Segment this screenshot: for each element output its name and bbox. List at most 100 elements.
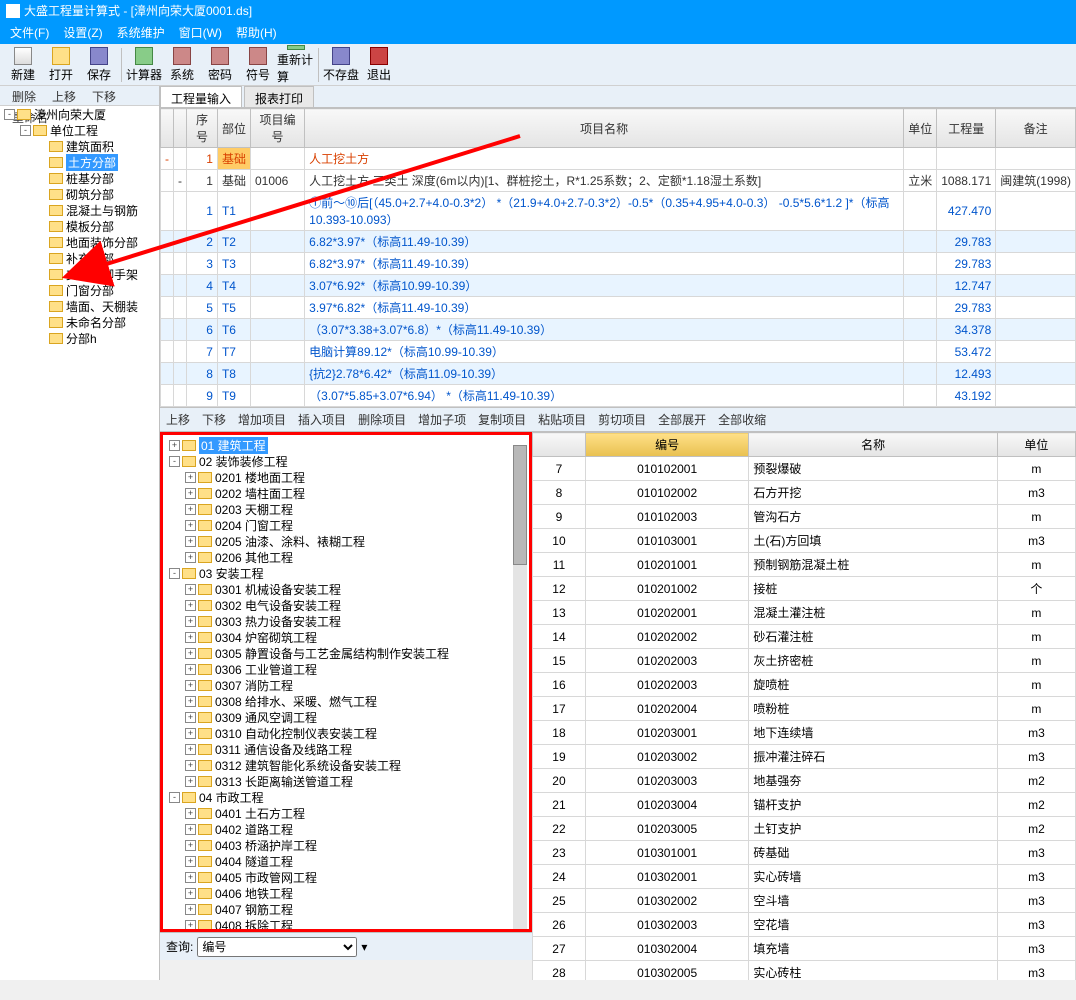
grid2-cell[interactable]: 填充墙 bbox=[749, 937, 998, 961]
grid2-cell[interactable]: m bbox=[997, 553, 1075, 577]
grid-cell[interactable]: 01006 bbox=[250, 170, 304, 192]
grid-cell[interactable] bbox=[250, 363, 304, 385]
grid-cell[interactable] bbox=[250, 275, 304, 297]
grid-cell[interactable] bbox=[904, 231, 937, 253]
grid2-cell[interactable]: 19 bbox=[533, 745, 586, 769]
grid2-cell[interactable]: 26 bbox=[533, 913, 586, 937]
grid2-cell[interactable]: 010203003 bbox=[585, 769, 748, 793]
grid2-cell[interactable]: 振冲灌注碎石 bbox=[749, 745, 998, 769]
tree-action[interactable]: 删除 bbox=[4, 86, 44, 107]
grid-cell[interactable] bbox=[904, 253, 937, 275]
grid-cell[interactable] bbox=[996, 231, 1076, 253]
item-toolbar-btn[interactable]: 全部展开 bbox=[658, 411, 706, 428]
grid2-cell[interactable]: 010302002 bbox=[585, 889, 748, 913]
tree-node-label[interactable]: 0310 自动化控制仪表安装工程 bbox=[215, 725, 377, 742]
grid-cell[interactable]: （3.07*5.85+3.07*6.94） *（标高11.49-10.39） bbox=[305, 385, 904, 407]
tree-node-label[interactable]: 0308 给排水、采暖、燃气工程 bbox=[215, 693, 377, 710]
grid2-cell[interactable]: 石方开挖 bbox=[749, 481, 998, 505]
chevron-down-icon[interactable]: ▾ bbox=[361, 940, 367, 954]
grid2-cell[interactable]: m3 bbox=[997, 889, 1075, 913]
grid2-cell[interactable]: 预制钢筋混凝土桩 bbox=[749, 553, 998, 577]
grid2-cell[interactable]: 010203002 bbox=[585, 745, 748, 769]
tree-node-label[interactable]: 0401 土石方工程 bbox=[215, 805, 305, 822]
tree-expander[interactable]: + bbox=[185, 744, 196, 755]
tree-expander[interactable]: + bbox=[185, 552, 196, 563]
grid-cell[interactable] bbox=[904, 148, 937, 170]
toolbar-button[interactable]: 密码 bbox=[201, 45, 239, 85]
grid2-cell[interactable]: 管沟石方 bbox=[749, 505, 998, 529]
tree-node-label[interactable]: 0206 其他工程 bbox=[215, 549, 293, 566]
tree-expander[interactable]: - bbox=[169, 568, 180, 579]
grid2-cell[interactable]: m3 bbox=[997, 841, 1075, 865]
tree-node-label[interactable]: 0301 机械设备安装工程 bbox=[215, 581, 341, 598]
tree-node-label[interactable]: 土方分部 bbox=[66, 154, 118, 171]
grid-cell[interactable]: 1 bbox=[187, 192, 218, 231]
grid-cell[interactable]: 3.07*6.92*（标高10.99-10.39） bbox=[305, 275, 904, 297]
item-toolbar-btn[interactable]: 上移 bbox=[166, 411, 190, 428]
grid2-cell[interactable]: 21 bbox=[533, 793, 586, 817]
grid2-cell[interactable]: 实心砖柱 bbox=[749, 961, 998, 981]
tree-node-label[interactable]: 0404 隧道工程 bbox=[215, 853, 293, 870]
tree-node-label[interactable]: 0205 油漆、涂料、裱糊工程 bbox=[215, 533, 365, 550]
grid2-cell[interactable]: 14 bbox=[533, 625, 586, 649]
grid-cell[interactable] bbox=[996, 385, 1076, 407]
tree-node-label[interactable]: 0304 炉窑砌筑工程 bbox=[215, 629, 317, 646]
tree-node-label[interactable]: 01 建筑工程 bbox=[199, 437, 268, 454]
tree-node-label[interactable]: 0402 道路工程 bbox=[215, 821, 293, 838]
grid2-cell[interactable]: 实心砖墙 bbox=[749, 865, 998, 889]
grid2-cell[interactable]: 喷粉桩 bbox=[749, 697, 998, 721]
grid2-cell[interactable]: 砖基础 bbox=[749, 841, 998, 865]
tree-expander[interactable]: + bbox=[185, 920, 196, 931]
toolbar-button[interactable]: 系统 bbox=[163, 45, 201, 85]
tree-node-label[interactable]: 单位工程 bbox=[50, 122, 98, 139]
tree-expander[interactable]: - bbox=[4, 109, 15, 120]
tree-expander[interactable]: + bbox=[185, 888, 196, 899]
item-toolbar-btn[interactable]: 粘贴项目 bbox=[538, 411, 586, 428]
tree-expander[interactable]: + bbox=[185, 680, 196, 691]
grid-cell[interactable] bbox=[996, 275, 1076, 297]
tree-expander[interactable]: + bbox=[185, 632, 196, 643]
grid2-cell[interactable]: 13 bbox=[533, 601, 586, 625]
tree-expander[interactable]: - bbox=[20, 125, 31, 136]
tree-node-label[interactable]: 补充分部 bbox=[66, 250, 114, 267]
grid-cell[interactable] bbox=[250, 231, 304, 253]
grid-cell[interactable]: T2 bbox=[217, 231, 250, 253]
grid2-cell[interactable]: 17 bbox=[533, 697, 586, 721]
tree-node-label[interactable]: 混凝土与钢筋 bbox=[66, 202, 138, 219]
menu-item[interactable]: 帮助(H) bbox=[236, 26, 277, 40]
grid2-cell[interactable]: 土(石)方回填 bbox=[749, 529, 998, 553]
project-tree-pane[interactable]: 删除上移下移重命名 -漳州向荣大厦-单位工程建筑面积土方分部桩基分部砌筑分部混凝… bbox=[0, 86, 160, 980]
tree-expander[interactable]: + bbox=[185, 536, 196, 547]
grid2-col[interactable]: 单位 bbox=[997, 433, 1075, 457]
tree-node-label[interactable]: 漳州向荣大厦 bbox=[34, 106, 106, 123]
toolbar-button[interactable]: 计算器 bbox=[125, 45, 163, 85]
grid-cell[interactable]: 6 bbox=[187, 319, 218, 341]
grid-col[interactable]: 序号 bbox=[187, 109, 218, 148]
tree-node-label[interactable]: 0202 墙柱面工程 bbox=[215, 485, 305, 502]
grid-cell[interactable] bbox=[250, 341, 304, 363]
toolbar-button[interactable]: 退出 bbox=[360, 45, 398, 85]
tree-node-label[interactable]: 0306 工业管道工程 bbox=[215, 661, 317, 678]
grid2-cell[interactable]: m3 bbox=[997, 961, 1075, 981]
grid2-cell[interactable]: m bbox=[997, 673, 1075, 697]
tree-node-label[interactable]: 0407 钢筋工程 bbox=[215, 901, 293, 918]
tree-expander[interactable]: + bbox=[185, 760, 196, 771]
grid-cell[interactable]: 5 bbox=[187, 297, 218, 319]
tree-expander[interactable]: + bbox=[185, 472, 196, 483]
item-toolbar-btn[interactable]: 剪切项目 bbox=[598, 411, 646, 428]
grid-cell[interactable] bbox=[996, 148, 1076, 170]
grid2-cell[interactable]: 010102002 bbox=[585, 481, 748, 505]
grid2-cell[interactable]: 010302004 bbox=[585, 937, 748, 961]
menu-bar[interactable]: 文件(F)设置(Z)系统维护窗口(W)帮助(H) bbox=[0, 22, 1076, 44]
tree-expander[interactable]: + bbox=[185, 584, 196, 595]
tree-node-label[interactable]: 0406 地铁工程 bbox=[215, 885, 293, 902]
grid-cell[interactable] bbox=[996, 192, 1076, 231]
grid2-cell[interactable]: m3 bbox=[997, 865, 1075, 889]
grid2-cell[interactable]: 010203001 bbox=[585, 721, 748, 745]
grid2-cell[interactable]: m3 bbox=[997, 937, 1075, 961]
grid2-cell[interactable]: 砂石灌注桩 bbox=[749, 625, 998, 649]
grid2-cell[interactable]: 旋喷桩 bbox=[749, 673, 998, 697]
grid-cell[interactable]: 4 bbox=[187, 275, 218, 297]
grid2-cell[interactable]: m3 bbox=[997, 721, 1075, 745]
grid2-cell[interactable]: 灰土挤密桩 bbox=[749, 649, 998, 673]
